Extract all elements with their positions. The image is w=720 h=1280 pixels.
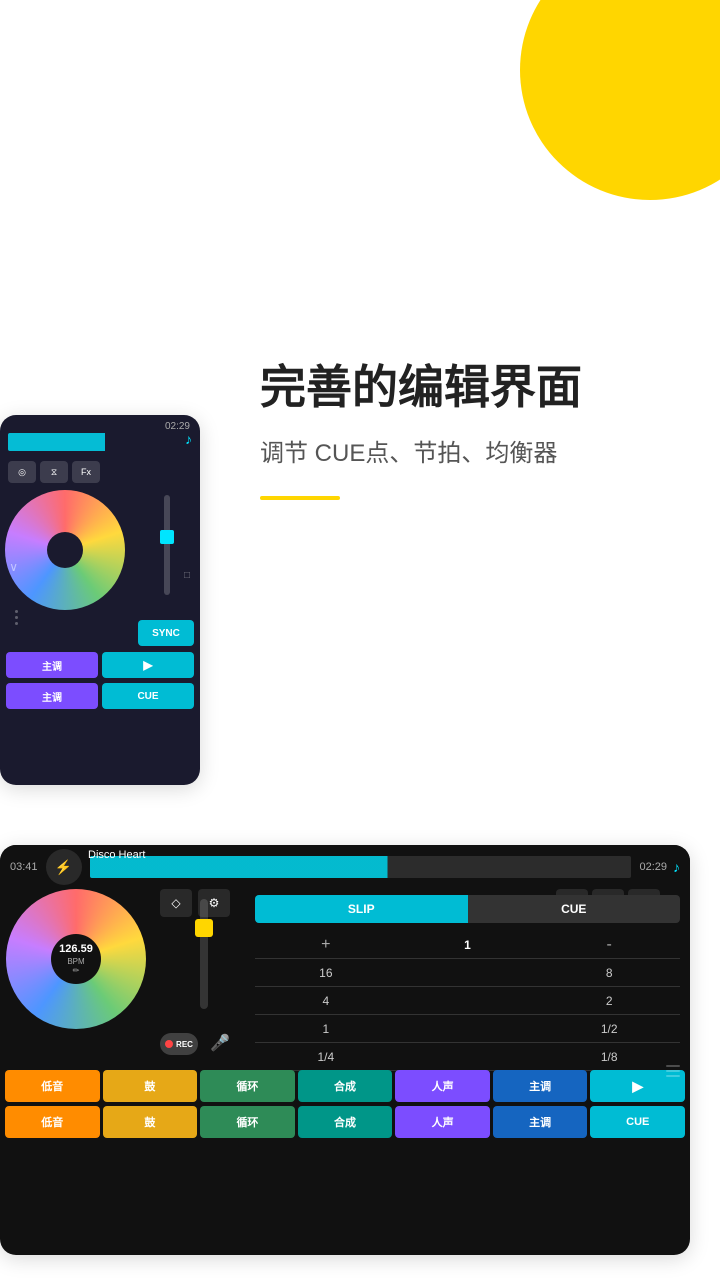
beat-eighth[interactable]: 1/8 bbox=[538, 1050, 680, 1064]
dt-filter-icon: ⧖ bbox=[40, 461, 68, 483]
dt-pad-play[interactable]: ▶ bbox=[102, 652, 194, 678]
db-rec-label: REC bbox=[176, 1040, 193, 1049]
dt-fx-icon: Fx bbox=[72, 461, 100, 483]
dt-controls-row: ◎ ⧖ Fx bbox=[8, 461, 100, 483]
dt-note-icon: ♪ bbox=[185, 431, 192, 447]
db-vinyl-center: 126.59 BPM ✏ bbox=[51, 934, 101, 984]
db-rec-button[interactable]: REC bbox=[160, 1033, 198, 1055]
db-pad-vocal1[interactable]: 人声 bbox=[395, 1070, 490, 1102]
db-drag-handle bbox=[666, 1065, 680, 1077]
beat-row-2: 4 2 bbox=[255, 987, 680, 1015]
db-icon-row: ◇ ⚙ bbox=[160, 889, 230, 917]
db-tab-cue[interactable]: CUE bbox=[468, 895, 681, 923]
db-pad-vocal2[interactable]: 人声 bbox=[395, 1106, 490, 1138]
db-time-left: 03:41 bbox=[10, 861, 38, 873]
db-pads-row1: 低音 鼓 循环 合成 人声 主调 ▶ bbox=[0, 1070, 690, 1102]
dt-fader-track bbox=[164, 495, 170, 595]
text-section: 完善的编辑界面 调节 CUE点、节拍、均衡器 bbox=[260, 360, 690, 500]
db-fader-handle[interactable] bbox=[195, 919, 213, 937]
db-tab-slip[interactable]: SLIP bbox=[255, 895, 468, 923]
drag-line-1 bbox=[666, 1065, 680, 1067]
db-rec-dot bbox=[165, 1040, 173, 1048]
db-fader-track bbox=[200, 899, 208, 1009]
beat-16[interactable]: 16 bbox=[255, 966, 397, 980]
dt-waveform bbox=[8, 433, 170, 451]
dt-bottom-row2: 主调 CUE bbox=[6, 683, 194, 709]
beat-row-1: 16 8 bbox=[255, 959, 680, 987]
db-bpm-label: BPM bbox=[67, 957, 84, 966]
dt-sync-button[interactable]: SYNC bbox=[138, 620, 194, 646]
db-pad-cue2[interactable]: CUE bbox=[590, 1106, 685, 1138]
beat-minus[interactable]: - bbox=[538, 936, 680, 954]
db-bpm-value: 126.59 bbox=[59, 943, 93, 956]
db-pad-drum1[interactable]: 鼓 bbox=[103, 1070, 198, 1102]
dt-drag-handle bbox=[15, 610, 18, 625]
drag-line-3 bbox=[666, 1075, 680, 1077]
db-pad-synth2[interactable]: 合成 bbox=[298, 1106, 393, 1138]
db-heartbeat-icon: ⚡ bbox=[46, 849, 82, 885]
beat-row-0: + 1 - bbox=[255, 931, 680, 959]
db-pad-synth1[interactable]: 合成 bbox=[298, 1070, 393, 1102]
dt-pad-cue[interactable]: CUE bbox=[102, 683, 194, 709]
db-pads-row2: 低音 鼓 循环 合成 人声 主调 CUE bbox=[0, 1106, 690, 1138]
beat-half[interactable]: 1/2 bbox=[538, 1022, 680, 1036]
db-pad-bass1[interactable]: 低音 bbox=[5, 1070, 100, 1102]
drag-line-2 bbox=[666, 1070, 680, 1072]
dt-expand-icon: □ bbox=[184, 570, 190, 581]
db-vinyl-disc: 126.59 BPM ✏ bbox=[6, 889, 146, 1029]
dt-bottom-row1: 主调 ▶ bbox=[6, 652, 194, 678]
db-pad-drum2[interactable]: 鼓 bbox=[103, 1106, 198, 1138]
beat-row-4: 1/4 1/8 bbox=[255, 1043, 680, 1071]
dt-vinyl-disc bbox=[5, 490, 125, 610]
yellow-underline bbox=[260, 496, 340, 500]
device-bottom-mockup: 03:41 ⚡ 02:29 ♪ Disco Heart ◇ ⚙ ◎ ⧖ Fx 1… bbox=[0, 845, 690, 1255]
beat-quarter[interactable]: 1/4 bbox=[255, 1050, 397, 1064]
db-pad-key2[interactable]: 主调 bbox=[493, 1106, 588, 1138]
dt-pad-zhudiao2[interactable]: 主调 bbox=[6, 683, 98, 709]
db-waveform bbox=[90, 856, 632, 878]
dt-eq-icon: ◎ bbox=[8, 461, 36, 483]
db-bpm-edit: ✏ bbox=[73, 966, 80, 975]
sub-title: 调节 CUE点、节拍、均衡器 bbox=[260, 433, 690, 468]
beat-1[interactable]: 1 bbox=[397, 938, 539, 952]
beat-row-3: 1 1/2 bbox=[255, 1015, 680, 1043]
beat-8[interactable]: 8 bbox=[538, 966, 680, 980]
dt-chevron-icon: ∨ bbox=[9, 560, 18, 574]
db-note-icon: ♪ bbox=[673, 859, 680, 875]
db-mic-icon[interactable]: 🎤 bbox=[210, 1033, 230, 1053]
beat-4[interactable]: 4 bbox=[255, 994, 397, 1008]
main-title: 完善的编辑界面 bbox=[260, 360, 690, 415]
db-pad-loop1[interactable]: 循环 bbox=[200, 1070, 295, 1102]
beat-plus[interactable]: + bbox=[255, 936, 397, 954]
beat-1b[interactable]: 1 bbox=[255, 1022, 397, 1036]
dt-fader-handle[interactable] bbox=[160, 530, 174, 544]
beat-2[interactable]: 2 bbox=[538, 994, 680, 1008]
decorative-circle bbox=[520, 0, 720, 200]
db-song-name: Disco Heart bbox=[88, 849, 145, 861]
db-diamond-icon[interactable]: ◇ bbox=[160, 889, 192, 917]
db-pad-bass2[interactable]: 低音 bbox=[5, 1106, 100, 1138]
db-time-right: 02:29 bbox=[639, 861, 667, 873]
db-pad-loop2[interactable]: 循环 bbox=[200, 1106, 295, 1138]
device-top-mockup: 02:29 ♪ ◎ ⧖ Fx ∨ □ SYNC 主调 ▶ 主调 CUE bbox=[0, 415, 200, 785]
dt-pad-zhudiao1[interactable]: 主调 bbox=[6, 652, 98, 678]
db-beat-grid: + 1 - 16 8 4 2 1 1/2 bbox=[255, 931, 680, 1071]
db-slip-cue-tabs: SLIP CUE bbox=[255, 895, 680, 923]
db-pad-key1[interactable]: 主调 bbox=[493, 1070, 588, 1102]
dt-vinyl-center bbox=[47, 532, 83, 568]
